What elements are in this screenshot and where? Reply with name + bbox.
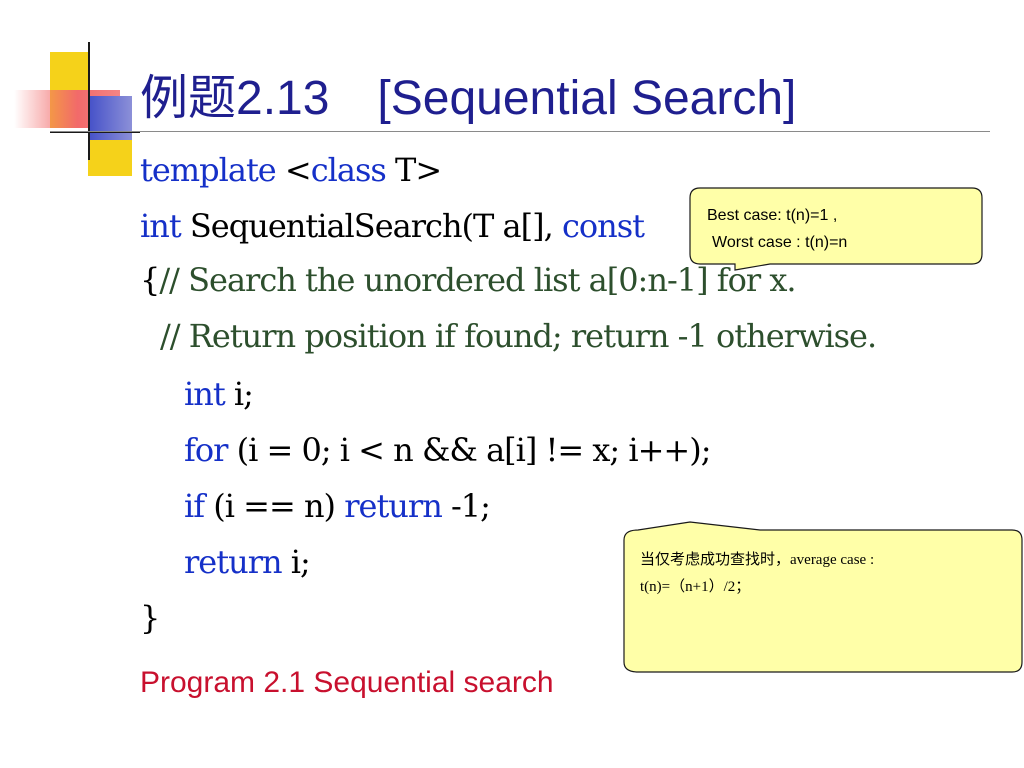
callout-average: 当仅考虑成功查找时，average case : t(n)=（n+1）/2； [640,547,874,601]
callout-best-worst: Best case: t(n)=1 , Worst case : t(n)=n [707,202,847,256]
program-caption: Program 2.1 Sequential search [140,666,554,699]
callout-best-worst-shape [623,187,1023,673]
callout-worst-case: Worst case : t(n)=n [712,234,848,251]
callout-average-line2: t(n)=（n+1）/2； [640,579,751,595]
callout-average-line1: 当仅考虑成功查找时，average case : [640,552,875,568]
callout-best-case: Best case: t(n)=1 , [707,207,838,224]
